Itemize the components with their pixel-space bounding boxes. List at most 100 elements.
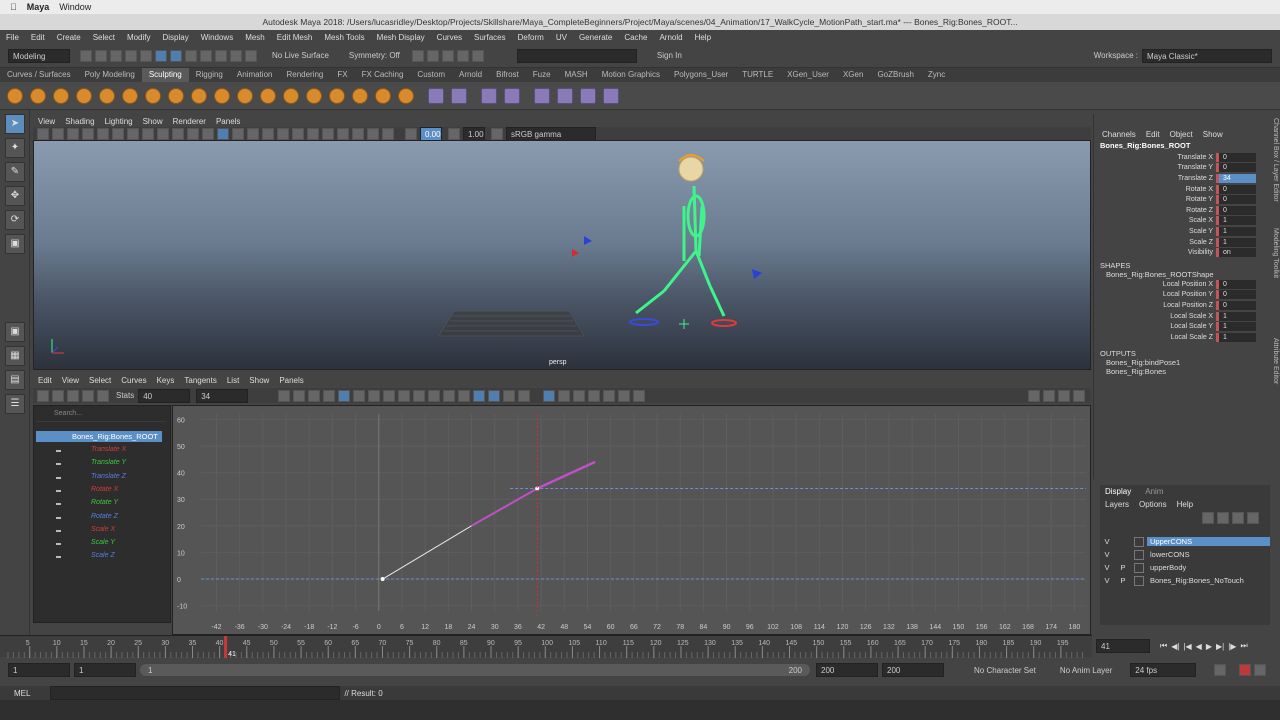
layer-color-swatch[interactable] xyxy=(1134,575,1144,586)
new-layer-icon[interactable] xyxy=(1232,512,1244,524)
time-slider[interactable]: 5 10 15 20 25 30 35 40 45 50 55 60 65 70 75 80 85 90 95 100… xyxy=(0,635,1092,658)
region-tool-icon[interactable] xyxy=(82,389,94,402)
wireframe-icon[interactable] xyxy=(187,127,199,140)
depth-of-field-icon[interactable] xyxy=(322,127,334,140)
freeze-tool-icon[interactable] xyxy=(398,87,414,104)
pinch-tool-icon[interactable] xyxy=(99,87,115,104)
command-input[interactable] xyxy=(50,686,341,700)
viewport-menu-lighting[interactable]: Lighting xyxy=(100,117,138,126)
shadows-icon[interactable] xyxy=(262,127,274,140)
unify-tangent-icon[interactable] xyxy=(458,389,471,402)
channel-row-rotate-z[interactable]: Rotate Z0 xyxy=(1094,205,1271,216)
shelf-tab-arnold[interactable]: Arnold xyxy=(452,68,489,82)
snap-grid-icon[interactable] xyxy=(200,49,212,62)
menu-mesh[interactable]: Mesh xyxy=(239,33,271,42)
channel-value[interactable]: 1 xyxy=(1216,311,1256,321)
channel-value[interactable]: 34 xyxy=(1216,173,1256,183)
frame-playback-icon[interactable] xyxy=(308,389,321,402)
sign-in-label[interactable]: Sign In xyxy=(657,51,682,60)
layer-name[interactable]: UpperCONS xyxy=(1147,537,1270,546)
mesh-icon[interactable] xyxy=(481,87,497,104)
scale-tool-icon[interactable]: ▣ xyxy=(5,234,25,254)
anim-preferences-icon[interactable] xyxy=(1254,664,1267,676)
attribute-item-rotate-z[interactable]: Rotate Z xyxy=(91,513,118,520)
flatten-tool-icon[interactable] xyxy=(122,87,138,104)
step-tangent-icon[interactable] xyxy=(413,389,426,402)
clamped-tangent-icon[interactable] xyxy=(368,389,381,402)
attribute-item-scale-y[interactable]: Scale Y xyxy=(91,539,115,546)
wireframe-on-shaded-icon[interactable] xyxy=(217,127,229,140)
channel-row-translate-z[interactable]: Translate Z 34 xyxy=(1094,173,1271,184)
normalize-icon[interactable] xyxy=(543,389,556,402)
scene-view[interactable] xyxy=(34,141,1091,370)
symmetry-label[interactable]: Symmetry: Off xyxy=(349,51,400,60)
auto-key-icon[interactable] xyxy=(1239,664,1252,676)
spray-tool-icon[interactable] xyxy=(168,87,184,104)
resolution-gate-icon[interactable] xyxy=(127,127,139,140)
snap-curve-icon[interactable] xyxy=(215,49,227,62)
channel-row-visibility[interactable]: Visibility on xyxy=(1094,247,1271,258)
move-layer-up-icon[interactable] xyxy=(1202,512,1214,524)
channel-value[interactable]: 1 xyxy=(1216,237,1256,247)
layer-menu-help[interactable]: Help xyxy=(1177,500,1193,509)
graph-menu-edit[interactable]: Edit xyxy=(33,376,57,385)
time-slider-ruler[interactable]: 5 10 15 20 25 30 35 40 45 50 55 60 65 70 75 80 85 90 95 100… xyxy=(0,636,1092,658)
live-surface-label[interactable]: No Live Surface xyxy=(272,51,329,60)
ambient-occlusion-icon[interactable] xyxy=(277,127,289,140)
menu-select[interactable]: Select xyxy=(87,33,121,42)
channel-box-menu-object[interactable]: Object xyxy=(1170,130,1193,139)
layer-name[interactable]: lowerCONS xyxy=(1147,550,1270,559)
go-to-start-icon[interactable]: ⏮ xyxy=(1160,641,1167,651)
trax-icon[interactable] xyxy=(1058,389,1070,402)
playback-start-field[interactable]: 1 xyxy=(74,663,136,677)
channel-value[interactable]: 0 xyxy=(1216,152,1256,162)
graph-menu-select[interactable]: Select xyxy=(84,376,116,385)
channel-box-menu-show[interactable]: Show xyxy=(1203,130,1223,139)
layer-visibility-toggle[interactable]: V xyxy=(1100,550,1114,559)
new-layer-selected-icon[interactable] xyxy=(1247,512,1259,524)
layer-name[interactable]: Bones_Rig:Bones_NoTouch xyxy=(1147,576,1270,585)
shelf-tab-xgen-user[interactable]: XGen_User xyxy=(780,68,836,82)
shelf-tab-animation[interactable]: Animation xyxy=(230,68,280,82)
layer-color-swatch[interactable] xyxy=(1134,562,1144,573)
layer-menu-layers[interactable]: Layers xyxy=(1105,500,1129,509)
color-management-icon[interactable] xyxy=(491,127,503,140)
shelf-tab-rigging[interactable]: Rigging xyxy=(189,68,230,82)
layer-menu-options[interactable]: Options xyxy=(1139,500,1167,509)
step-forward-key-icon[interactable]: |▶ xyxy=(1228,642,1236,651)
channel-row-local-scale-x[interactable]: Local Scale X1 xyxy=(1094,311,1271,322)
graph-menu-panels[interactable]: Panels xyxy=(274,376,308,385)
channel-value[interactable]: 0 xyxy=(1216,300,1256,310)
shelf-tab-custom[interactable]: Custom xyxy=(410,68,452,82)
rotate-tool-icon[interactable]: ⟳ xyxy=(5,210,25,230)
shelf-tab-sculpting[interactable]: Sculpting xyxy=(141,68,189,82)
layer-visibility-toggle[interactable]: V xyxy=(1100,576,1114,585)
channel-row-local-position-y[interactable]: Local Position Y0 xyxy=(1094,290,1271,301)
field-chart-icon[interactable] xyxy=(157,127,169,140)
channel-row-rotate-y[interactable]: Rotate Y0 xyxy=(1094,194,1271,205)
layer-row[interactable]: V UpperCONS xyxy=(1100,535,1270,548)
layer-tab-display[interactable]: Display xyxy=(1105,487,1131,496)
viewport-menu-panels[interactable]: Panels xyxy=(211,117,245,126)
menu-mesh-tools[interactable]: Mesh Tools xyxy=(318,33,370,42)
channel-row-local-scale-y[interactable]: Local Scale Y1 xyxy=(1094,321,1271,332)
viewport-3d[interactable] xyxy=(33,140,1091,370)
gamma-icon[interactable] xyxy=(448,127,460,140)
menu-surfaces[interactable]: Surfaces xyxy=(468,33,512,42)
viewport-menu-shading[interactable]: Shading xyxy=(60,117,99,126)
textured-icon[interactable] xyxy=(232,127,244,140)
sculpt-tool-icon[interactable] xyxy=(7,87,23,104)
channel-value[interactable]: 1 xyxy=(1216,216,1256,226)
play-forward-icon[interactable]: ▶ xyxy=(1206,642,1212,651)
exposure-icon[interactable] xyxy=(405,127,417,140)
frame-selection-icon[interactable] xyxy=(293,389,306,402)
menu-cache[interactable]: Cache xyxy=(618,33,653,42)
workspace-dropdown[interactable]: Maya Classic* xyxy=(1142,48,1272,63)
single-view-icon[interactable]: ▣ xyxy=(5,322,25,342)
linear-tangent-icon[interactable] xyxy=(383,389,396,402)
shelf-tab-gozbrush[interactable]: GoZBrush xyxy=(870,68,920,82)
layer-visibility-toggle[interactable]: V xyxy=(1100,563,1114,572)
camera-select-icon[interactable] xyxy=(37,127,49,140)
layer-color-swatch[interactable] xyxy=(1134,549,1144,560)
graph-area[interactable]: 60 50 40 30 20 10 0 -10 -42 -36 -30 -24 -18 -12 -6 0 6 12… xyxy=(172,405,1091,635)
